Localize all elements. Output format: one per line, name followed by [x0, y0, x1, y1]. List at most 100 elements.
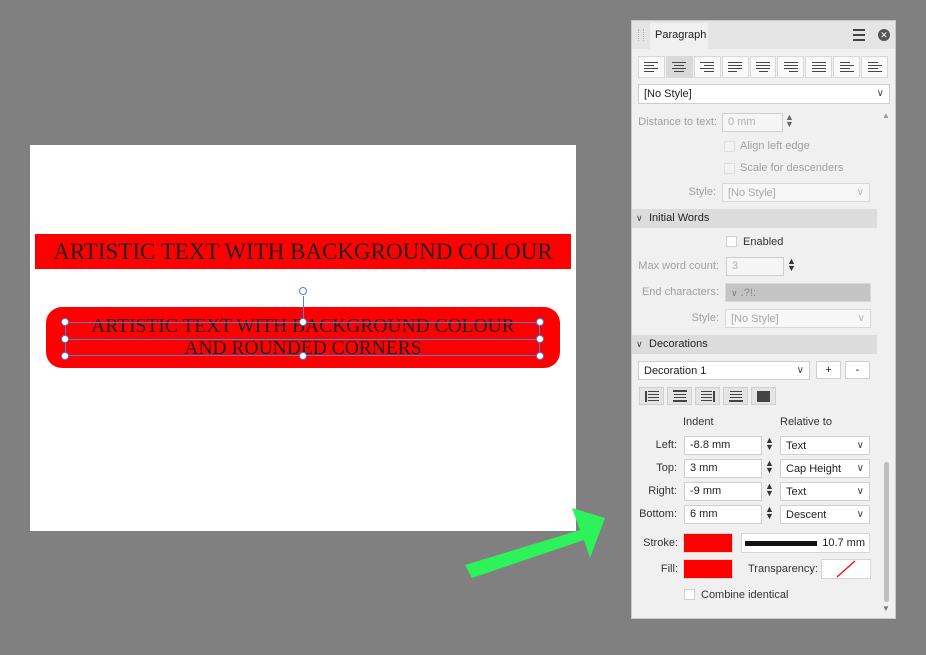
- close-icon[interactable]: ✕: [878, 29, 890, 41]
- initial-words-section-header[interactable]: ∨ Initial Words: [632, 209, 877, 228]
- artistic-text-1[interactable]: ARTISTIC TEXT WITH BACKGROUND COLOUR: [53, 239, 553, 265]
- chevron-down-icon: ∨: [636, 339, 643, 349]
- decorations-title: Decorations: [649, 338, 708, 350]
- handle-top-left[interactable]: [61, 318, 69, 326]
- indent-right-relative-dropdown[interactable]: Text ∨: [780, 482, 870, 501]
- end-characters-field[interactable]: ∨ .?!:: [725, 283, 871, 302]
- add-decoration-button[interactable]: +: [816, 361, 841, 379]
- decorations-section-header[interactable]: ∨ Decorations: [632, 335, 877, 354]
- stroke-width-field[interactable]: 10.7 mm: [741, 533, 870, 553]
- handle-bottom-right[interactable]: [536, 352, 544, 360]
- indent-left-field[interactable]: -8.8 mm: [684, 436, 762, 455]
- chevron-down-icon: ∨: [796, 365, 804, 376]
- drag-grip-icon[interactable]: [638, 29, 644, 41]
- style-label: Style:: [688, 186, 716, 198]
- decoration-box-button[interactable]: [751, 387, 776, 405]
- indent-left-stepper-icon[interactable]: ▲ ▼: [765, 436, 774, 452]
- indent-bottom-label: Bottom:: [639, 508, 677, 520]
- chevron-down-icon: ∨: [856, 187, 864, 198]
- fill-label: Fill:: [660, 563, 678, 575]
- handle-bottom-left[interactable]: [61, 352, 69, 360]
- decoration-select-value: Decoration 1: [644, 365, 707, 377]
- distance-to-text-field[interactable]: 0 mm: [722, 113, 783, 132]
- justify-all-button[interactable]: [805, 56, 833, 78]
- combine-identical-label: Combine identical: [701, 589, 789, 601]
- handle-top-center[interactable]: [299, 318, 307, 326]
- max-word-count-field[interactable]: 3: [726, 257, 784, 276]
- max-word-stepper-icon[interactable]: ▲ ▼: [787, 257, 796, 273]
- chevron-down-icon: ∨: [876, 88, 884, 99]
- indent-top-relative-dropdown[interactable]: Cap Height ∨: [780, 459, 870, 478]
- indent-top-stepper-icon[interactable]: ▲ ▼: [765, 459, 774, 475]
- transparency-swatch[interactable]: [821, 559, 871, 579]
- chevron-down-icon: ∨: [856, 486, 864, 497]
- handle-middle-right[interactable]: [536, 335, 544, 343]
- justify-center-button[interactable]: [749, 56, 777, 78]
- align-left-edge-label: Align left edge: [740, 140, 810, 152]
- decoration-top-bottom-rule-button[interactable]: [667, 387, 692, 405]
- fill-color-swatch[interactable]: [683, 559, 733, 579]
- initial-words-enabled-checkbox[interactable]: [726, 236, 737, 247]
- enabled-label: Enabled: [743, 236, 784, 248]
- align-left-button[interactable]: [638, 56, 665, 78]
- indent-top-field[interactable]: 3 mm: [684, 459, 762, 478]
- distance-to-text-label: Distance to text:: [638, 116, 717, 128]
- initial-words-title: Initial Words: [649, 212, 710, 224]
- style-value: [No Style]: [728, 187, 776, 199]
- align-right-button[interactable]: [693, 56, 721, 78]
- handle-middle-left[interactable]: [61, 335, 69, 343]
- green-arrow-icon: [465, 508, 605, 578]
- selection-baseline: [65, 339, 540, 340]
- indent-bottom-relative-value: Descent: [786, 509, 827, 521]
- initial-words-style-dropdown[interactable]: [No Style] ∨: [725, 309, 871, 328]
- initial-words-style-label: Style:: [691, 312, 719, 324]
- paragraph-style-value: [No Style]: [644, 88, 692, 100]
- distance-stepper-icon[interactable]: ▲ ▼: [785, 113, 794, 129]
- style-dropdown[interactable]: [No Style] ∨: [722, 183, 870, 202]
- artistic-text-background[interactable]: ARTISTIC TEXT WITH BACKGROUND COLOUR: [35, 234, 571, 269]
- align-away-from-spine-button[interactable]: [861, 56, 889, 78]
- justify-right-button[interactable]: [777, 56, 805, 78]
- combine-identical-checkbox[interactable]: [684, 589, 695, 600]
- stroke-color-swatch[interactable]: [683, 533, 733, 553]
- decoration-select[interactable]: Decoration 1 ∨: [638, 361, 810, 380]
- handle-bottom-center[interactable]: [299, 352, 307, 360]
- indent-left-relative-dropdown[interactable]: Text ∨: [780, 436, 870, 455]
- scroll-up-icon[interactable]: ▲: [882, 111, 890, 120]
- chevron-down-icon: ∨: [636, 213, 643, 223]
- handle-top-right[interactable]: [536, 318, 544, 326]
- chevron-down-icon: ∨: [856, 463, 864, 474]
- paragraph-style-dropdown[interactable]: [No Style] ∨: [638, 84, 890, 104]
- align-left-edge-checkbox[interactable]: [724, 141, 735, 152]
- rotation-handle[interactable]: [299, 287, 307, 295]
- indent-bottom-relative-dropdown[interactable]: Descent ∨: [780, 505, 870, 524]
- indent-top-label: Top:: [656, 462, 677, 474]
- indent-header: Indent: [683, 416, 714, 428]
- decoration-bottom-rule-button[interactable]: [723, 387, 748, 405]
- indent-right-label: Right:: [648, 485, 677, 497]
- decoration-left-rule-button[interactable]: [639, 387, 664, 405]
- no-fill-icon: [836, 560, 856, 578]
- indent-right-relative-value: Text: [786, 486, 807, 498]
- remove-decoration-button[interactable]: -: [845, 361, 870, 379]
- indent-top-relative-value: Cap Height: [786, 463, 842, 475]
- scrollbar-thumb[interactable]: [884, 462, 889, 602]
- tab-paragraph[interactable]: Paragraph: [650, 23, 708, 49]
- align-towards-spine-button[interactable]: [833, 56, 861, 78]
- indent-bottom-stepper-icon[interactable]: ▲ ▼: [765, 505, 774, 521]
- transparency-label: Transparency:: [748, 563, 818, 575]
- indent-right-stepper-icon[interactable]: ▲ ▼: [765, 482, 774, 498]
- decoration-right-rule-button[interactable]: [695, 387, 720, 405]
- scale-for-descenders-label: Scale for descenders: [740, 162, 844, 174]
- alignment-toolbar: [638, 56, 889, 78]
- indent-left-relative-value: Text: [786, 440, 807, 452]
- align-center-button[interactable]: [665, 56, 693, 78]
- scroll-down-icon[interactable]: ▼: [882, 604, 890, 613]
- indent-right-field[interactable]: -9 mm: [684, 482, 762, 501]
- initial-words-style-value: [No Style]: [731, 313, 779, 325]
- indent-bottom-field[interactable]: 6 mm: [684, 505, 762, 524]
- hamburger-icon[interactable]: [853, 29, 865, 41]
- justify-left-button[interactable]: [721, 56, 749, 78]
- scale-for-descenders-checkbox[interactable]: [724, 163, 735, 174]
- stroke-width-value: 10.7 mm: [822, 537, 865, 549]
